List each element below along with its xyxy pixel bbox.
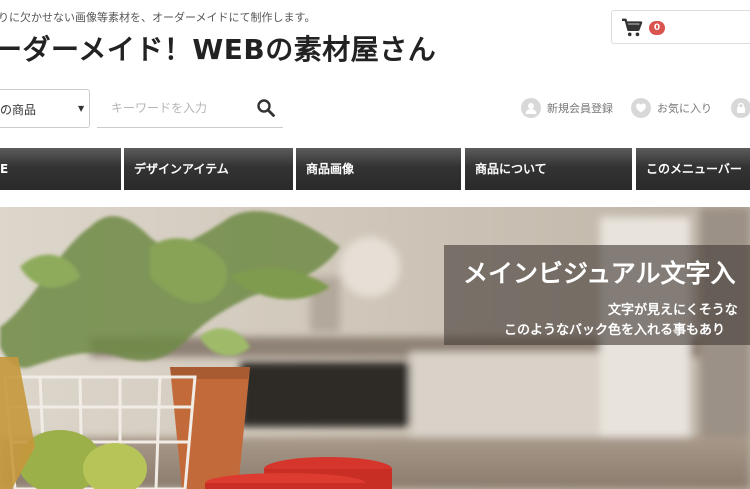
cart-count-badge: 0 <box>649 21 665 35</box>
register-link-label: 新規会員登録 <box>547 102 613 115</box>
register-link[interactable]: 新規会員登録 <box>521 96 613 120</box>
user-icon <box>521 98 541 118</box>
favorites-link-label: お気に入り <box>657 102 712 115</box>
site-title[interactable]: ーダーメイド！WEBの素材屋さん <box>0 28 436 68</box>
nav-item-this-menubar[interactable]: このメニューバー <box>636 148 750 190</box>
hero-subtitle-line2: このようなバック色を入れる事もあり <box>504 323 726 338</box>
category-select-label: の商品 <box>0 103 37 117</box>
chevron-down-icon: ▼ <box>78 104 85 113</box>
nav-item-home[interactable]: E <box>0 148 121 190</box>
favorites-link[interactable]: お気に入り <box>631 96 712 120</box>
site-tagline: りに欠かせない画像等素材を、オーダーメイドにて制作します。 <box>0 11 316 24</box>
cart-button[interactable] <box>611 10 750 44</box>
search-icon[interactable] <box>256 98 276 118</box>
category-select[interactable]: の商品 ▼ <box>0 89 90 128</box>
nav-item-product-images[interactable]: 商品画像 <box>296 148 461 190</box>
nav-item-about-products[interactable]: 商品について <box>465 148 632 190</box>
hero-subtitle-line1: 文字が見えにくそうな <box>608 303 738 318</box>
heart-icon <box>631 98 651 118</box>
login-link[interactable] <box>731 96 750 120</box>
cart-icon <box>622 18 643 37</box>
nav-item-design-items[interactable]: デザインアイテム <box>124 148 293 190</box>
lock-icon <box>731 98 750 118</box>
global-nav: E デザインアイテム 商品画像 商品について このメニューバー <box>0 148 750 190</box>
hero-title: メインビジュアル文字入 <box>463 259 736 288</box>
